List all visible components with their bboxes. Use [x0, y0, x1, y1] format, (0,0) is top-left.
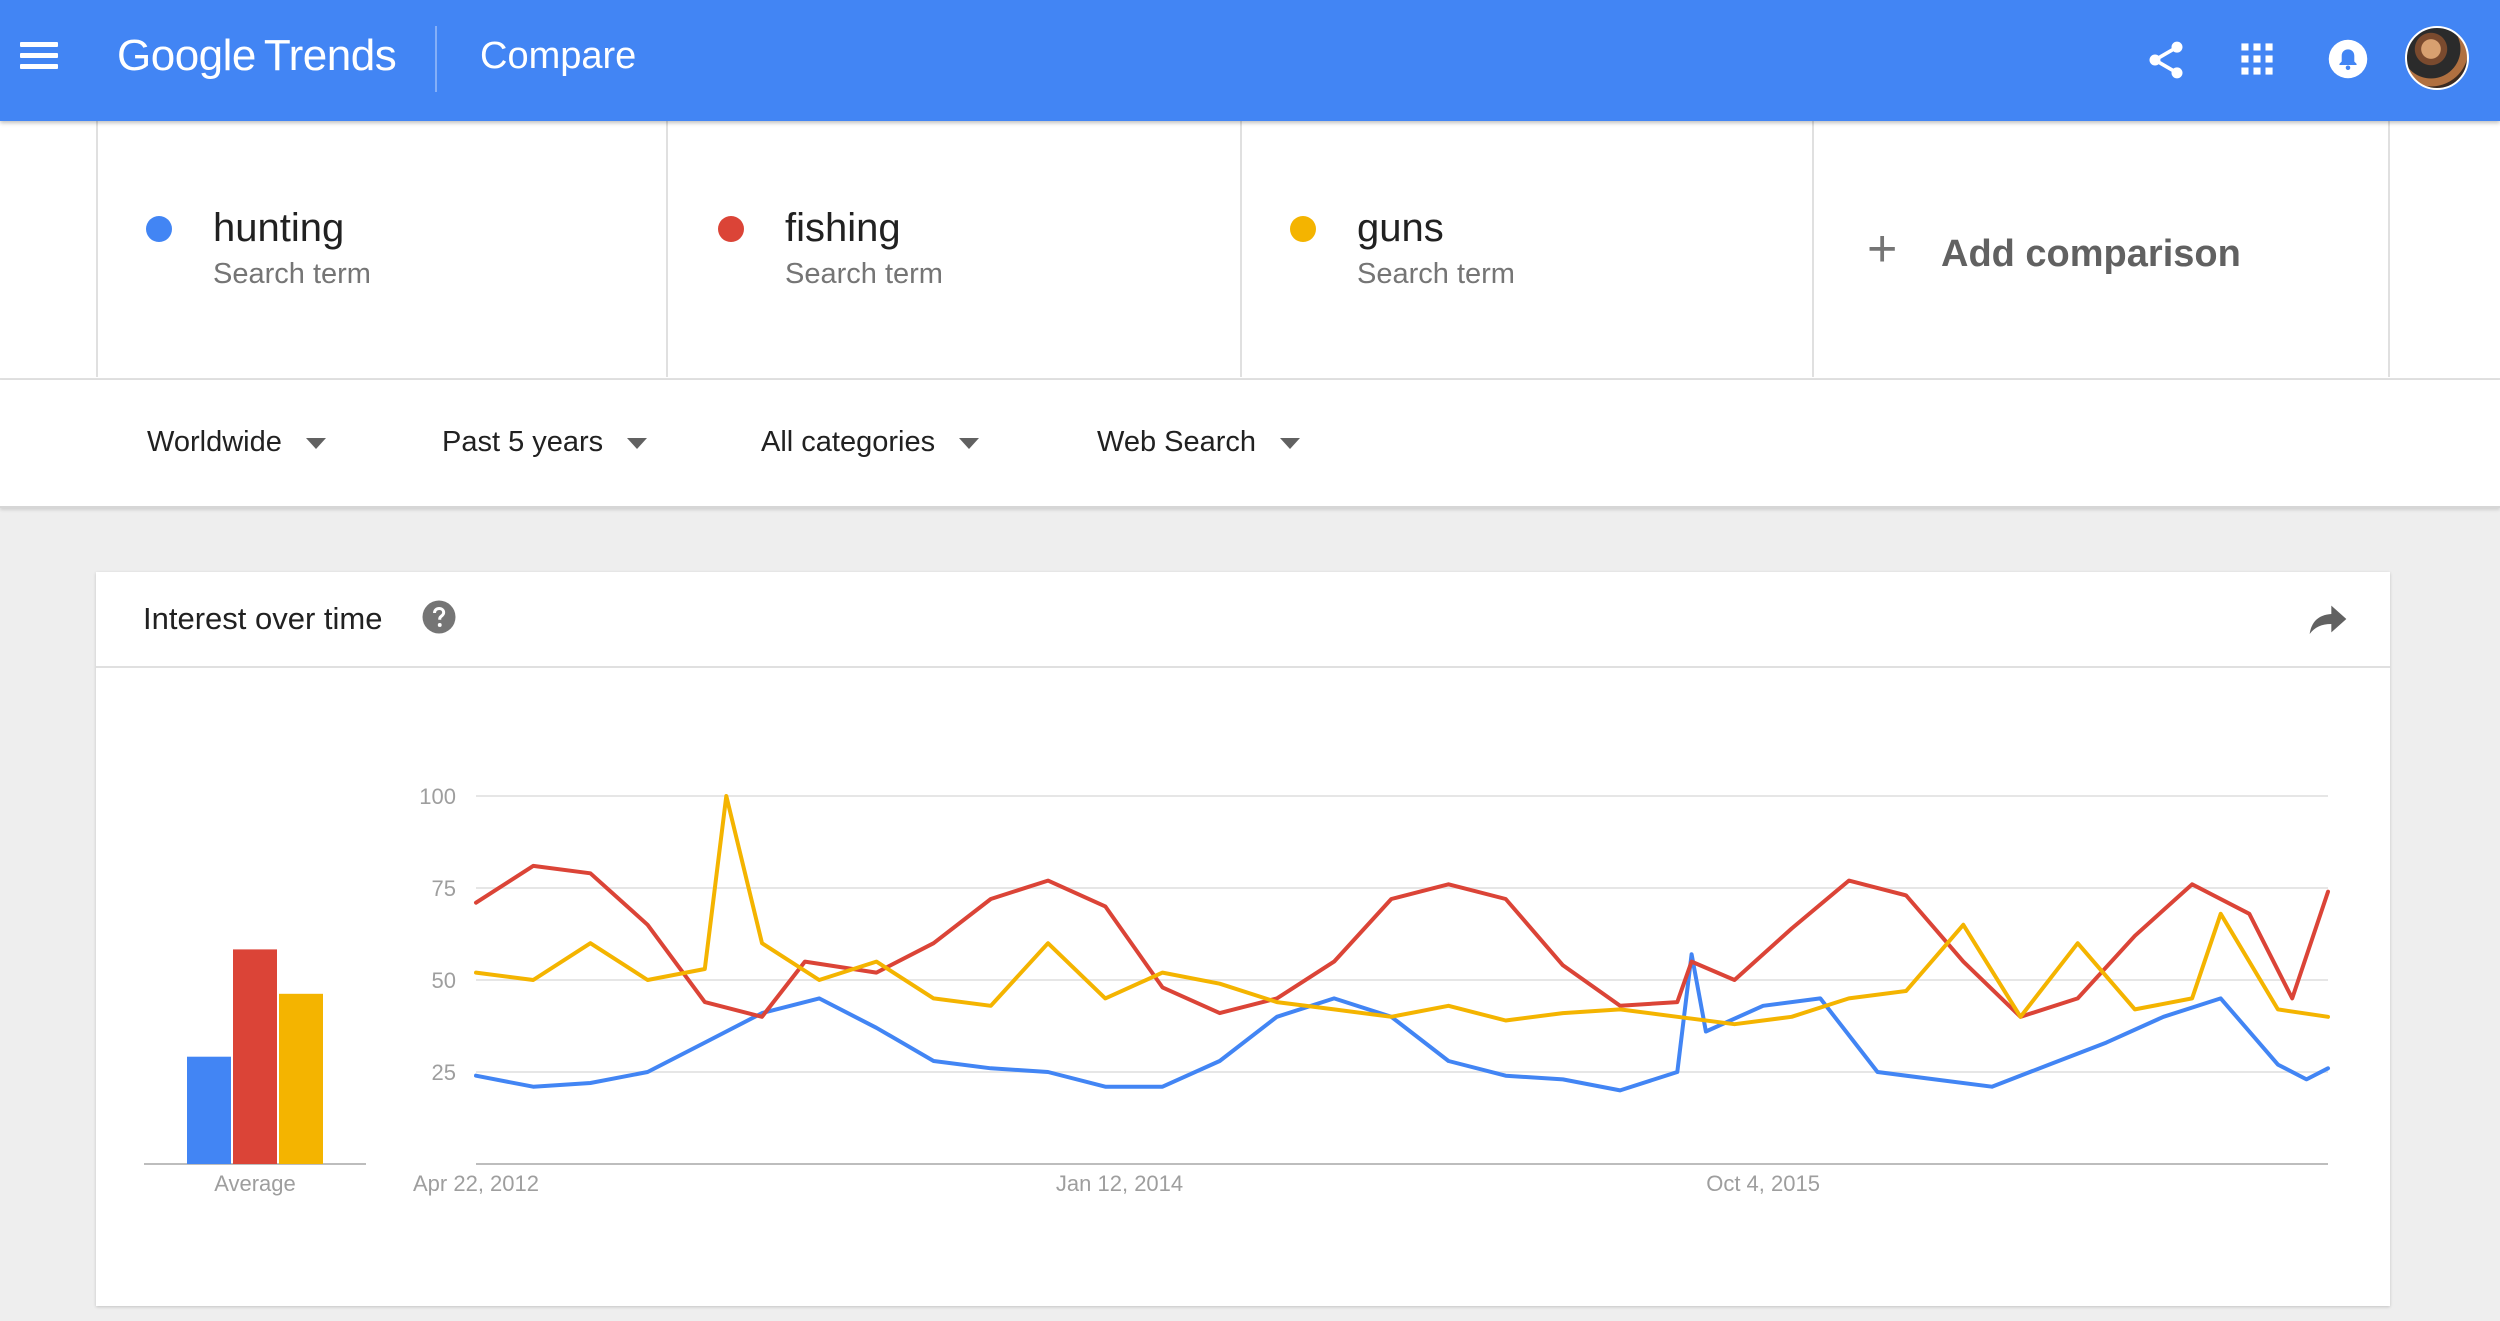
dropdown-arrow-icon — [1280, 437, 1301, 449]
logo-google-text: Google — [117, 31, 256, 80]
term-color-dot — [146, 216, 172, 242]
term-name: fishing — [785, 206, 901, 250]
term-card-fishing[interactable]: fishing Search term — [670, 121, 1242, 377]
average-label: Average — [214, 1171, 296, 1196]
dropdown-arrow-icon — [627, 437, 648, 449]
term-color-dot — [718, 216, 744, 242]
y-tick-label: 100 — [419, 784, 456, 809]
term-color-dot — [1290, 216, 1316, 242]
add-comparison-label: Add comparison — [1941, 233, 2241, 275]
add-comparison-button[interactable]: + Add comparison — [1815, 121, 2390, 377]
search-property-dropdown[interactable]: Web Search — [1097, 422, 1301, 462]
y-tick-label: 50 — [432, 968, 456, 993]
y-tick-label: 75 — [432, 876, 456, 901]
logo-trends-text: Trends — [263, 31, 397, 80]
term-name: guns — [1357, 206, 1444, 250]
term-type: Search term — [1357, 258, 1515, 290]
share-icon[interactable] — [2144, 38, 2188, 82]
x-tick-label: Oct 4, 2015 — [1706, 1171, 1820, 1196]
menu-icon[interactable] — [20, 40, 60, 72]
average-bar-guns — [279, 993, 323, 1164]
comparison-terms-bar: hunting Search term fishing Search term … — [0, 121, 2500, 380]
region-label: Worldwide — [147, 426, 282, 458]
x-tick-label: Apr 22, 2012 — [413, 1171, 539, 1196]
interest-chart: Average 25 50 75 100 Apr 22, 2012 Jan 12, 2014… — [144, 784, 2330, 1196]
time-range-label: Past 5 years — [442, 426, 604, 458]
series-line-hunting — [474, 952, 2330, 1093]
interest-over-time-card: Interest over time Average 25 50 75 100 Apr 2… — [96, 572, 2390, 1306]
google-trends-logo[interactable]: Google Trends — [117, 26, 397, 86]
y-tick-label: 25 — [432, 1060, 456, 1085]
search-property-label: Web Search — [1097, 426, 1257, 458]
page-title: Compare — [480, 35, 637, 77]
term-name: hunting — [213, 206, 345, 250]
dropdown-arrow-icon — [305, 437, 326, 449]
term-card-guns[interactable]: guns Search term — [1242, 121, 1814, 377]
dropdown-arrow-icon — [959, 437, 980, 449]
region-dropdown[interactable]: Worldwide — [147, 422, 326, 462]
term-type: Search term — [785, 258, 943, 290]
avatar[interactable] — [2405, 26, 2469, 90]
category-dropdown[interactable]: All categories — [761, 422, 980, 462]
add-icon: + — [1867, 220, 1898, 278]
x-tick-label: Jan 12, 2014 — [1056, 1171, 1183, 1196]
term-card-hunting[interactable]: hunting Search term — [96, 121, 668, 377]
top-app-bar: Google Trends Compare — [0, 0, 2500, 121]
notifications-icon[interactable] — [2327, 38, 2369, 80]
apps-icon[interactable] — [2240, 42, 2274, 76]
topbar-divider — [435, 26, 437, 92]
filter-bar: Worldwide Past 5 years All categories We… — [0, 380, 2500, 508]
time-range-dropdown[interactable]: Past 5 years — [442, 422, 648, 462]
term-type: Search term — [213, 258, 371, 290]
category-label: All categories — [761, 426, 936, 458]
series-line-guns — [474, 794, 2330, 1027]
average-bar-hunting — [187, 1056, 231, 1164]
average-bar-fishing — [233, 949, 277, 1164]
